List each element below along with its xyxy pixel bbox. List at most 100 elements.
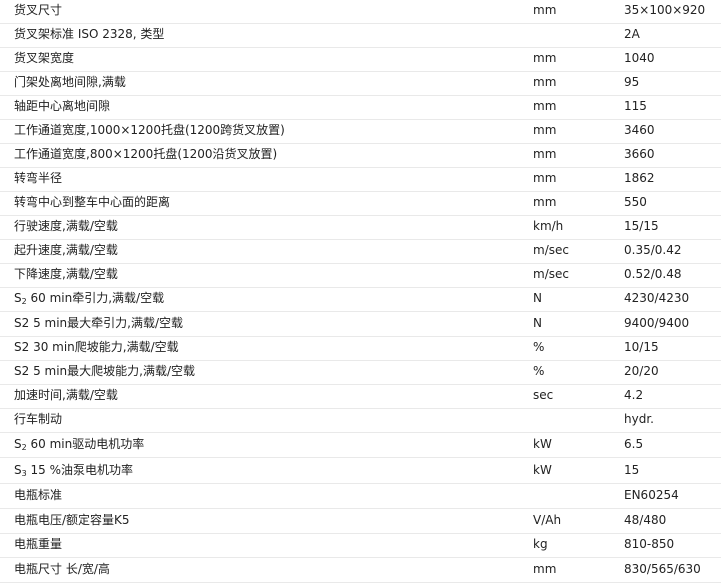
row-value: 3660 bbox=[624, 147, 655, 161]
row-value: 3460 bbox=[624, 123, 655, 137]
row-value: EN60254 bbox=[624, 488, 679, 502]
table-row: 货叉尺寸 mm 35×100×920 bbox=[0, 0, 721, 24]
row-value: 4230/4230 bbox=[624, 291, 690, 305]
row-unit: % bbox=[533, 364, 545, 378]
label-text: 60 min牵引力,满载/空载 bbox=[26, 291, 165, 305]
row-label: 加速时间,满载/空载 bbox=[14, 388, 118, 402]
row-unit: mm bbox=[533, 123, 557, 137]
table-row: 加速时间,满载/空载 sec 4.2 bbox=[0, 385, 721, 409]
row-label: 门架处离地间隙,满载 bbox=[14, 75, 126, 89]
row-label: 货叉架标准 ISO 2328, 类型 bbox=[14, 27, 165, 41]
row-value: 0.52/0.48 bbox=[624, 267, 682, 281]
row-value: 15 bbox=[624, 463, 640, 477]
row-unit: sec bbox=[533, 388, 554, 402]
row-unit: mm bbox=[533, 51, 557, 65]
table-row: 门架处离地间隙,满载 mm 95 bbox=[0, 72, 721, 96]
row-value: 15/15 bbox=[624, 219, 659, 233]
row-label: 起升速度,满载/空载 bbox=[14, 243, 118, 257]
row-label: 电瓶重量 bbox=[14, 537, 63, 551]
row-unit: mm bbox=[533, 562, 557, 576]
row-unit: mm bbox=[533, 99, 557, 113]
label-prefix: S bbox=[14, 463, 22, 477]
row-value: 4.2 bbox=[624, 388, 644, 402]
row-value: 20/20 bbox=[624, 364, 659, 378]
label-prefix: S bbox=[14, 437, 22, 451]
row-label: 电瓶尺寸 长/宽/高 bbox=[14, 562, 110, 576]
table-row: 货叉架宽度 mm 1040 bbox=[0, 48, 721, 72]
table-row: 起升速度,满载/空载 m/sec 0.35/0.42 bbox=[0, 240, 721, 264]
row-value: hydr. bbox=[624, 412, 654, 426]
row-label: 电瓶标准 bbox=[14, 488, 63, 502]
row-value: 830/565/630 bbox=[624, 562, 701, 576]
row-unit: mm bbox=[533, 3, 557, 17]
row-unit: mm bbox=[533, 195, 557, 209]
row-unit: m/sec bbox=[533, 243, 569, 257]
row-value: 6.5 bbox=[624, 437, 644, 451]
row-unit: kW bbox=[533, 437, 552, 451]
row-value: 48/480 bbox=[624, 513, 667, 527]
row-label: 货叉尺寸 bbox=[14, 3, 63, 17]
table-row: 转弯半径 mm 1862 bbox=[0, 168, 721, 192]
table-row: 电瓶尺寸 长/宽/高 mm 830/565/630 bbox=[0, 559, 721, 583]
row-value: 35×100×920 bbox=[624, 3, 706, 17]
row-label: 工作通道宽度,800×1200托盘(1200沿货叉放置) bbox=[14, 147, 278, 161]
row-label: 行车制动 bbox=[14, 412, 63, 426]
row-unit: kW bbox=[533, 463, 552, 477]
row-label: 下降速度,满载/空载 bbox=[14, 267, 118, 281]
row-label: S2 30 min爬坡能力,满载/空载 bbox=[14, 340, 179, 354]
row-value: 1040 bbox=[624, 51, 655, 65]
table-row: 转弯中心到整车中心面的距离 mm 550 bbox=[0, 192, 721, 216]
row-value: 1862 bbox=[624, 171, 655, 185]
row-label: S2 5 min最大爬坡能力,满载/空载 bbox=[14, 364, 196, 378]
row-value: 0.35/0.42 bbox=[624, 243, 682, 257]
row-unit: mm bbox=[533, 147, 557, 161]
row-value: 550 bbox=[624, 195, 647, 209]
row-label: 工作通道宽度,1000×1200托盘(1200跨货叉放置) bbox=[14, 123, 285, 137]
row-label: 转弯中心到整车中心面的距离 bbox=[14, 195, 171, 209]
table-row: 行驶速度,满载/空载 km/h 15/15 bbox=[0, 216, 721, 240]
spec-table: 货叉尺寸 mm 35×100×920 货叉架标准 ISO 2328, 类型 2A… bbox=[0, 0, 721, 585]
row-value: 10/15 bbox=[624, 340, 659, 354]
row-value: 95 bbox=[624, 75, 640, 89]
row-value: 810-850 bbox=[624, 537, 675, 551]
row-value: 2A bbox=[624, 27, 640, 41]
row-label: 货叉架宽度 bbox=[14, 51, 75, 65]
row-label: S2 5 min最大牵引力,满载/空载 bbox=[14, 316, 184, 330]
label-text: 15 %油泵电机功率 bbox=[26, 463, 134, 477]
table-row: 电瓶电压/额定容量K5 V/Ah 48/480 bbox=[0, 510, 721, 534]
row-unit: m/sec bbox=[533, 267, 569, 281]
table-row: 电瓶重量 kg 810-850 bbox=[0, 534, 721, 558]
table-row: S2 5 min最大牵引力,满载/空载 N 9400/9400 bbox=[0, 313, 721, 337]
row-label: 轴距中心离地间隙 bbox=[14, 99, 111, 113]
row-unit: kg bbox=[533, 537, 548, 551]
table-row: 轴距中心离地间隙 mm 115 bbox=[0, 96, 721, 120]
table-row: S2 5 min最大爬坡能力,满载/空载 % 20/20 bbox=[0, 361, 721, 385]
table-row: S2 60 min驱动电机功率 kW 6.5 bbox=[0, 434, 721, 458]
row-value: 9400/9400 bbox=[624, 316, 690, 330]
row-unit: mm bbox=[533, 171, 557, 185]
row-label: 转弯半径 bbox=[14, 171, 63, 185]
row-unit: % bbox=[533, 340, 545, 354]
table-row: S3 15 %油泵电机功率 kW 15 bbox=[0, 460, 721, 484]
row-label: 电瓶电压/额定容量K5 bbox=[14, 513, 130, 527]
row-label: S2 60 min牵引力,满载/空载 bbox=[14, 291, 164, 309]
table-row: 下降速度,满载/空载 m/sec 0.52/0.48 bbox=[0, 264, 721, 288]
row-unit: V/Ah bbox=[533, 513, 562, 527]
table-row: 工作通道宽度,1000×1200托盘(1200跨货叉放置) mm 3460 bbox=[0, 120, 721, 144]
row-unit: N bbox=[533, 291, 542, 305]
table-row: 电瓶标准 EN60254 bbox=[0, 485, 721, 509]
table-row: S2 30 min爬坡能力,满载/空载 % 10/15 bbox=[0, 337, 721, 361]
table-row: 工作通道宽度,800×1200托盘(1200沿货叉放置) mm 3660 bbox=[0, 144, 721, 168]
row-unit: mm bbox=[533, 75, 557, 89]
label-text: 60 min驱动电机功率 bbox=[26, 437, 145, 451]
row-label: S3 15 %油泵电机功率 bbox=[14, 463, 133, 481]
row-label: 行驶速度,满载/空载 bbox=[14, 219, 118, 233]
table-row: 货叉架标准 ISO 2328, 类型 2A bbox=[0, 24, 721, 48]
table-row: 行车制动 hydr. bbox=[0, 409, 721, 433]
label-prefix: S bbox=[14, 291, 22, 305]
row-unit: km/h bbox=[533, 219, 564, 233]
row-unit: N bbox=[533, 316, 542, 330]
row-label: S2 60 min驱动电机功率 bbox=[14, 437, 144, 455]
table-row: S2 60 min牵引力,满载/空载 N 4230/4230 bbox=[0, 288, 721, 312]
row-value: 115 bbox=[624, 99, 647, 113]
